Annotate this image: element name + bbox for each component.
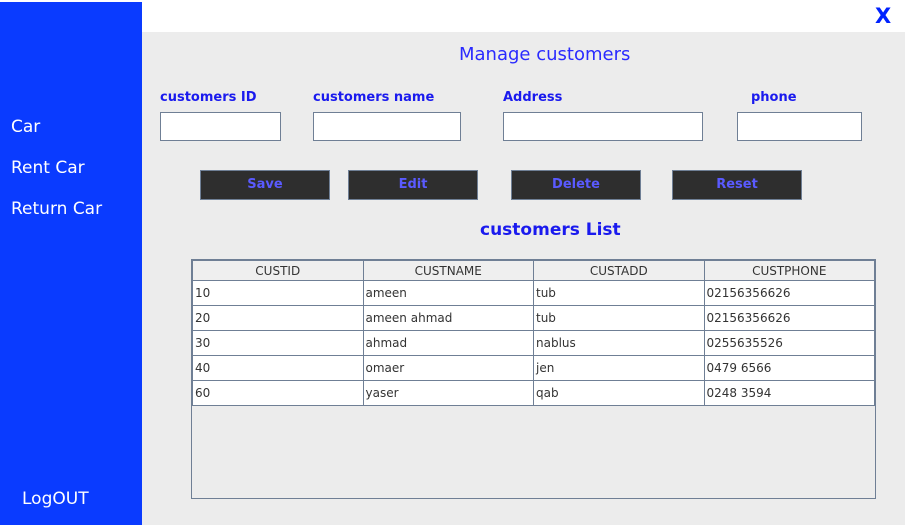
phone-input[interactable]: [737, 112, 862, 141]
customer-name-label: customers name: [313, 90, 435, 105]
table-cell[interactable]: qab: [533, 380, 705, 406]
table-cell[interactable]: 60: [192, 380, 364, 406]
table-cell[interactable]: tub: [533, 305, 705, 331]
column-header[interactable]: CUSTID: [192, 260, 364, 281]
address-input[interactable]: [503, 112, 703, 141]
table-cell[interactable]: yaser: [362, 380, 534, 406]
logout-button[interactable]: LogOUT: [22, 489, 89, 509]
table-cell[interactable]: 02156356626: [703, 305, 875, 331]
table-cell[interactable]: omaer: [362, 355, 534, 381]
table-cell[interactable]: ahmad: [362, 330, 534, 356]
table-row[interactable]: 60 yaser qab 0248 3594: [192, 380, 875, 406]
column-header[interactable]: CUSTADD: [533, 260, 705, 281]
table-cell[interactable]: ameen ahmad: [362, 305, 534, 331]
page-title: Manage customers: [459, 44, 631, 65]
customer-name-input[interactable]: [313, 112, 461, 141]
delete-button[interactable]: Delete: [511, 170, 641, 200]
table-cell[interactable]: 20: [192, 305, 364, 331]
nav-car[interactable]: Car: [11, 117, 40, 137]
table-row[interactable]: 40 omaer jen 0479 6566: [192, 355, 875, 381]
table-cell[interactable]: 10: [192, 280, 364, 306]
customer-id-label: customers ID: [160, 90, 257, 105]
table-cell[interactable]: nablus: [533, 330, 705, 356]
table-cell[interactable]: 30: [192, 330, 364, 356]
table-row[interactable]: 10 ameen tub 02156356626: [192, 280, 875, 306]
sidebar: Car Rent Car Return Car LogOUT: [0, 2, 142, 525]
nav-return-car[interactable]: Return Car: [11, 199, 102, 219]
customer-id-input[interactable]: [160, 112, 281, 141]
list-title: customers List: [480, 220, 621, 240]
table-cell[interactable]: 02156356626: [703, 280, 875, 306]
column-header[interactable]: CUSTNAME: [362, 260, 534, 281]
column-header[interactable]: CUSTPHONE: [703, 260, 875, 281]
table-row[interactable]: 20 ameen ahmad tub 02156356626: [192, 305, 875, 331]
close-button[interactable]: X: [875, 4, 891, 28]
table-cell[interactable]: 0248 3594: [703, 380, 875, 406]
phone-label: phone: [751, 90, 797, 105]
table-cell[interactable]: 0479 6566: [703, 355, 875, 381]
edit-button[interactable]: Edit: [348, 170, 478, 200]
table-cell[interactable]: 40: [192, 355, 364, 381]
table-cell[interactable]: 0255635526: [703, 330, 875, 356]
address-label: Address: [503, 90, 563, 105]
table-cell[interactable]: jen: [533, 355, 705, 381]
table-row[interactable]: 30 ahmad nablus 0255635526: [192, 330, 875, 356]
table-cell[interactable]: tub: [533, 280, 705, 306]
save-button[interactable]: Save: [200, 170, 330, 200]
customers-grid[interactable]: CUSTID CUSTNAME CUSTADD CUSTPHONE 10 ameen tu…: [191, 259, 876, 499]
reset-button[interactable]: Reset: [672, 170, 802, 200]
nav-rent-car[interactable]: Rent Car: [11, 158, 85, 178]
table-cell[interactable]: ameen: [362, 280, 534, 306]
top-bar: [142, 0, 905, 32]
